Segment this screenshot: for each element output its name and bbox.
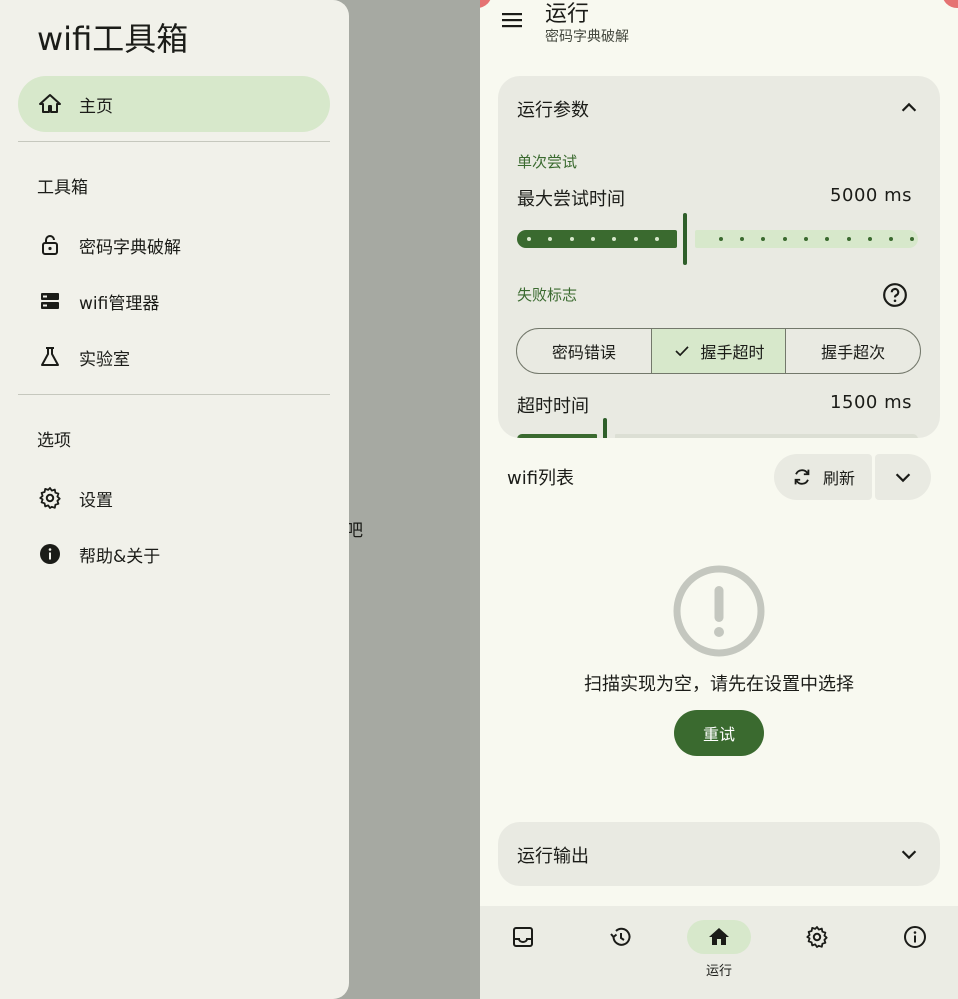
slider-tick-mark: [634, 237, 638, 241]
chevron-down-icon: [895, 473, 911, 483]
settings-icon: [806, 926, 828, 948]
slider-tick-mark: [740, 237, 744, 241]
slider-handle[interactable]: [603, 418, 607, 438]
drawer-item-label: 密码字典破解: [79, 237, 181, 258]
segment-handshake-retries[interactable]: 握手超次: [786, 329, 920, 373]
drawer-divider: [18, 394, 330, 395]
drawer-item-label: 主页: [79, 96, 113, 117]
inbox-icon: [513, 927, 533, 947]
navigation-drawer: wifi工具箱 主页 工具箱 密码字典破解 wifi管理器 实验室 选项 设置: [0, 0, 349, 999]
info-icon: [904, 926, 926, 948]
info-icon: [38, 542, 62, 566]
segment-label: 握手超时: [700, 343, 765, 362]
drawer-divider: [18, 141, 330, 142]
max-time-label: 最大尝试时间: [517, 189, 625, 210]
error-icon: [673, 565, 765, 657]
refresh-icon: [794, 469, 810, 485]
bottom-navigation: 运行: [480, 906, 958, 999]
drawer-item-label: 设置: [79, 490, 113, 511]
slider-tick-mark: [719, 237, 723, 241]
slider-tick-mark: [847, 237, 851, 241]
history-icon: [610, 927, 631, 946]
storage-icon: [38, 289, 62, 313]
drawer-item-settings[interactable]: 设置: [18, 470, 330, 526]
slider-tick-mark: [591, 237, 595, 241]
slider-inactive-track: [615, 434, 918, 438]
slider-tick-mark: [910, 237, 914, 241]
slider-tick-mark: [761, 237, 765, 241]
home-icon: [38, 92, 62, 116]
refresh-label: 刷新: [822, 469, 855, 488]
bottom-nav-inbox[interactable]: [488, 920, 558, 990]
run-output-header: 运行输出: [517, 846, 589, 867]
slider-tick-mark: [783, 237, 787, 241]
flask-icon: [38, 345, 62, 369]
segment-password-error[interactable]: 密码错误: [517, 329, 652, 373]
bottom-nav-run[interactable]: 运行: [684, 920, 754, 990]
bottom-nav-history[interactable]: [586, 920, 656, 990]
single-try-label: 单次尝试: [517, 153, 578, 171]
help-icon[interactable]: [882, 282, 908, 308]
chevron-up-icon[interactable]: [898, 97, 920, 119]
section-header-options: 选项: [37, 431, 71, 451]
drawer-item-wifi-manager[interactable]: wifi管理器: [18, 273, 330, 329]
segment-handshake-timeout[interactable]: 握手超时: [651, 329, 787, 373]
segment-label: 密码错误: [551, 343, 616, 362]
page-subtitle: 密码字典破解: [545, 29, 629, 45]
bottom-nav-settings[interactable]: [782, 920, 852, 990]
slider-tick-mark: [570, 237, 574, 241]
max-time-value: 5000 ms: [830, 185, 912, 206]
drawer-item-help-about[interactable]: 帮助&关于: [18, 526, 330, 582]
home-icon: [709, 928, 729, 945]
slider-handle[interactable]: [683, 213, 687, 265]
refresh-button[interactable]: 刷新: [774, 454, 872, 500]
slider-tick-mark: [612, 237, 616, 241]
retry-button[interactable]: 重试: [674, 710, 764, 756]
top-app-bar: 运行 密码字典破解: [480, 0, 958, 60]
slider-tick-mark: [548, 237, 552, 241]
wifi-list-title: wifi列表: [507, 468, 575, 489]
drawer-item-lab[interactable]: 实验室: [18, 329, 330, 385]
slider-active-track: [517, 434, 597, 438]
empty-state-message: 扫描实现为空，请先在设置中选择: [584, 674, 854, 695]
run-params-header[interactable]: 运行参数: [517, 96, 589, 122]
bottom-nav-info[interactable]: [880, 920, 950, 990]
gear-icon: [38, 486, 62, 510]
drawer-title: wifi工具箱: [37, 20, 189, 58]
page-title: 运行: [545, 2, 590, 27]
slider-tick-mark: [527, 237, 531, 241]
slider-active-track: [517, 230, 677, 248]
slider-tick-mark: [868, 237, 872, 241]
refresh-dropdown-button[interactable]: [875, 454, 931, 500]
drawer-item-label: 实验室: [79, 349, 130, 370]
segment-label: 握手超次: [821, 343, 886, 362]
bottom-nav-label: 运行: [705, 964, 732, 979]
lock-open-icon: [38, 233, 62, 257]
drawer-item-home[interactable]: 主页: [18, 76, 330, 132]
drawer-item-label: 帮助&关于: [79, 546, 161, 567]
chevron-down-icon[interactable]: [898, 843, 920, 865]
check-icon: [674, 346, 689, 357]
timeout-label: 超时时间: [517, 396, 589, 417]
drawer-item-label: wifi管理器: [79, 293, 160, 314]
run-params-card: 运行参数 单次尝试 最大尝试时间 5000 ms 失败标志 密码错误 握手超时 …: [498, 76, 940, 438]
drawer-item-dictionary-crack[interactable]: 密码字典破解: [18, 217, 330, 273]
slider-tick-mark: [889, 237, 893, 241]
fail-flag-label: 失败标志: [517, 286, 578, 304]
menu-icon[interactable]: [500, 8, 524, 32]
slider-tick-mark: [804, 237, 808, 241]
run-output-card[interactable]: 运行输出: [498, 822, 940, 886]
fail-flag-segmented: 密码错误 握手超时 握手超次: [516, 328, 921, 374]
section-header-tools: 工具箱: [37, 178, 88, 198]
app-screen: 运行 密码字典破解 运行参数 单次尝试 最大尝试时间 5000 ms 失败标志 …: [480, 0, 958, 999]
slider-tick-mark: [655, 237, 659, 241]
slider-tick-mark: [825, 237, 829, 241]
timeout-value: 1500 ms: [830, 392, 912, 413]
